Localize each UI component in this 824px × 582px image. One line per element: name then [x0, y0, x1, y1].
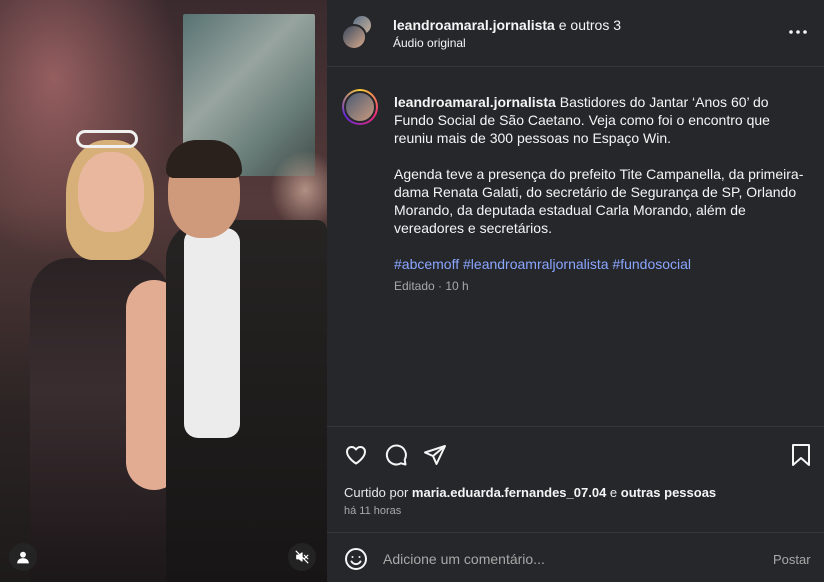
post-media[interactable]: [0, 0, 327, 582]
tagged-users-button[interactable]: [9, 543, 37, 571]
caption-username-link[interactable]: leandroamaral.jornalista: [394, 94, 556, 110]
person-man-shirt: [184, 228, 240, 438]
post-comment-button[interactable]: Postar: [773, 552, 811, 567]
likes-prefix: Curtido por: [344, 485, 412, 500]
comment-icon: [385, 444, 407, 466]
likes-middle: e: [606, 485, 621, 500]
divider: [327, 532, 824, 533]
mute-icon: [295, 550, 309, 564]
author-username-link[interactable]: leandroamaral.jornalista: [393, 17, 555, 33]
share-button[interactable]: [418, 438, 452, 472]
action-bar: [327, 438, 824, 472]
emoji-icon: [345, 548, 367, 570]
share-icon: [424, 445, 446, 465]
divider: [327, 66, 824, 67]
post-timestamp[interactable]: há 11 horas: [344, 505, 401, 517]
user-icon: [17, 551, 29, 564]
sunglasses: [76, 130, 138, 148]
mute-button[interactable]: [288, 543, 316, 571]
heart-icon: [346, 446, 366, 465]
divider: [327, 426, 824, 427]
post-author: leandroamaral.jornalista e outros 3: [393, 17, 621, 33]
likes-summary: Curtido por maria.eduarda.fernandes_07.0…: [344, 485, 716, 500]
avatar: [344, 91, 376, 123]
caption-paragraph-2: Agenda teve a presença do prefeito Tite …: [394, 166, 804, 236]
emoji-button[interactable]: [343, 546, 369, 572]
others-link[interactable]: outras pessoas: [621, 485, 716, 500]
caption-hashtags[interactable]: #abcemoff #leandroamraljornalista #fundo…: [394, 255, 806, 273]
comment-bar: Postar: [327, 540, 824, 578]
post-panel: leandroamaral.jornalista e outros 3 Áudi…: [327, 0, 824, 582]
caption-avatar[interactable]: [342, 89, 378, 125]
more-options-button[interactable]: [783, 22, 813, 42]
like-button[interactable]: [339, 438, 373, 472]
bookmark-icon: [792, 444, 810, 466]
post-caption: leandroamaral.jornalista Bastidores do J…: [394, 93, 806, 291]
collab-avatars[interactable]: [341, 14, 377, 50]
comment-input[interactable]: [383, 546, 743, 572]
save-button[interactable]: [784, 438, 818, 472]
background-lamp: [270, 150, 327, 230]
person-man-hair: [166, 140, 242, 178]
post-header: leandroamaral.jornalista e outros 3 Áudi…: [327, 0, 824, 66]
audio-link[interactable]: Áudio original: [393, 36, 466, 50]
caption-paragraph: leandroamaral.jornalista Bastidores do J…: [394, 93, 806, 147]
caption-meta: Editado · 10 h: [394, 279, 469, 293]
collab-suffix[interactable]: e outros 3: [555, 17, 621, 33]
comment-button[interactable]: [379, 438, 413, 472]
more-icon: [789, 30, 807, 34]
avatar: [341, 24, 367, 50]
liked-by-user-link[interactable]: maria.eduarda.fernandes_07.04: [412, 485, 606, 500]
person-woman-face: [78, 152, 144, 232]
